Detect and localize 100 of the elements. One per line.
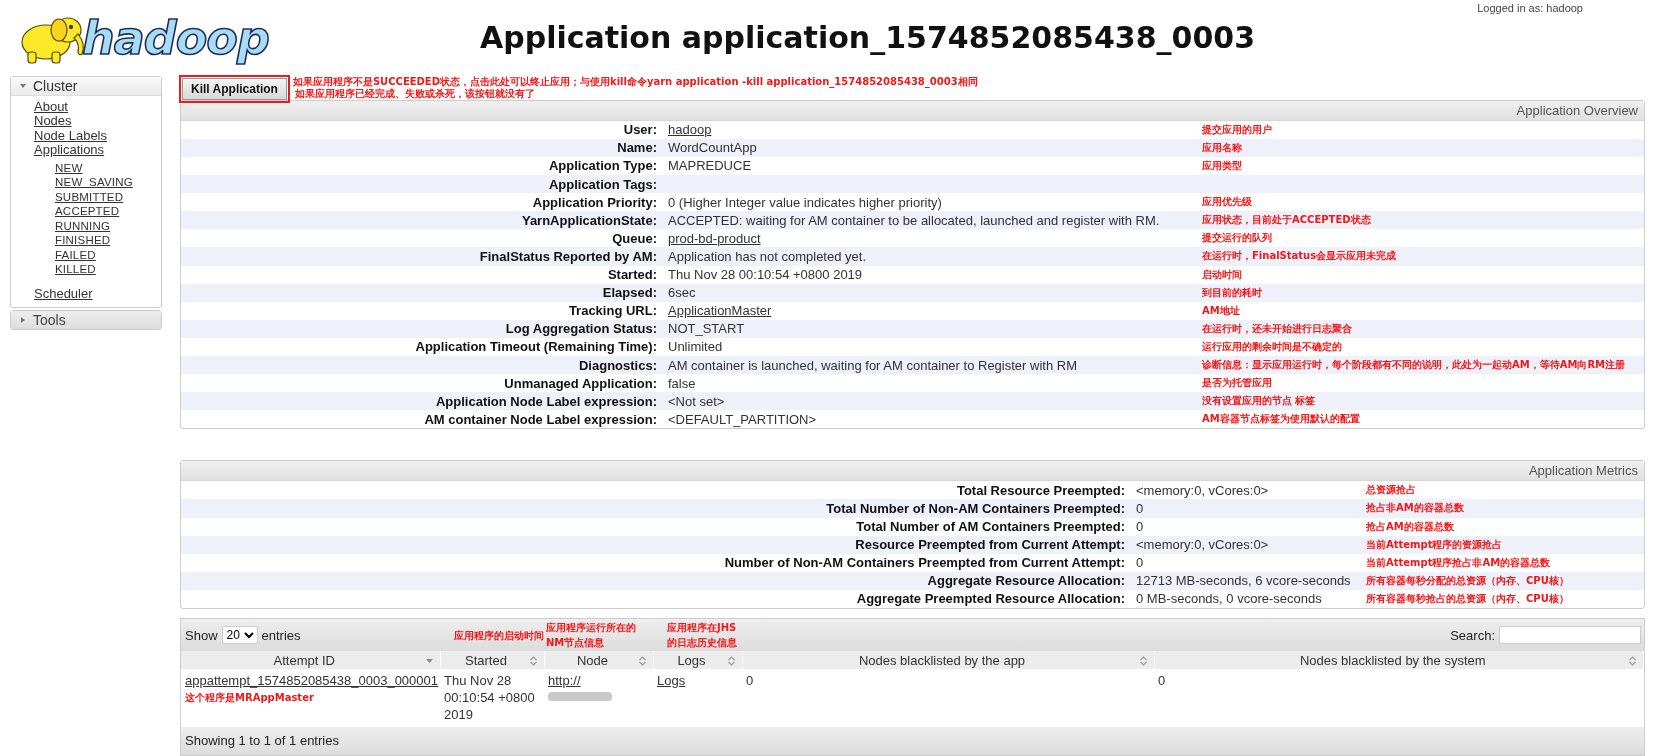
sidebar-link[interactable]: RUNNING — [55, 219, 111, 232]
field-value: Thu Nov 28 00:10:54 +0800 2019 — [668, 267, 863, 283]
column-header[interactable]: Attempt ID — [181, 651, 440, 669]
login-status: Logged in as: hadoop — [1477, 2, 1583, 14]
annotation-text: 是否为托管应用 — [1202, 377, 1272, 389]
field-value: 0 — [1136, 501, 1144, 516]
annotation-text: 诊断信息：显示应用运行时，每个阶段都有不同的说明，此处为一起动AM，等待AM向RM注册 — [1202, 359, 1626, 370]
logs-link[interactable]: Logs — [657, 673, 686, 688]
field-label: FinalStatus Reported by AM: — [478, 248, 658, 264]
field-label: AM container Node Label expression: — [423, 411, 658, 427]
annotation-text: 所有容器每秒分配的总资源（内存、CPU核） — [1366, 574, 1569, 586]
field-value: Unlimited — [668, 339, 723, 355]
annotation-text: 应用程序的启动时间 — [454, 629, 544, 641]
annotation-text: 启动时间 — [1202, 268, 1242, 280]
annotation-text: 抢占AM的容器总数 — [1366, 520, 1454, 532]
annotation-text: 到目前的耗时 — [1202, 286, 1262, 298]
field-link[interactable]: hadoop — [668, 122, 712, 138]
sidebar-link[interactable]: KILLED — [55, 263, 96, 276]
sidebar-link[interactable]: Nodes — [34, 113, 72, 129]
column-header[interactable]: Node — [544, 651, 653, 669]
sidebar-link[interactable]: FAILED — [55, 248, 96, 261]
column-header[interactable]: Started — [440, 651, 544, 669]
annotation-text: 提交应用的用户 — [1202, 123, 1272, 135]
field-label: Number of Non-AM Containers Preempted from Current Attempt: — [723, 555, 1126, 571]
annotation-text: 抢占非AM的容器总数 — [1366, 502, 1464, 514]
field-label: Started: — [606, 267, 658, 283]
annotation-text: 所有容器每秒抢占的总资源（内存、CPU核） — [1366, 592, 1569, 604]
sidebar-link[interactable]: SUBMITTED — [55, 190, 124, 203]
sidebar-link[interactable]: About — [34, 98, 68, 114]
field-value: <memory:0, vCores:0> — [1136, 482, 1269, 498]
sidebar-link[interactable]: Scheduler — [34, 285, 93, 301]
sidebar-link[interactable]: NEW — [55, 161, 83, 174]
table-cell: 0 — [1154, 669, 1644, 727]
search-label: Search: — [1450, 627, 1495, 643]
table-cell: 0 — [742, 669, 1154, 727]
field-label: Application Node Label expression: — [434, 393, 658, 409]
field-label: Resource Preempted from Current Attempt: — [854, 537, 1126, 553]
show-label: Show — [185, 627, 218, 643]
field-label: Name: — [616, 140, 658, 156]
caret-right-icon[interactable] — [19, 316, 27, 325]
table-cell: Thu Nov 28 00:10:54 +0800 2019 — [440, 669, 544, 727]
column-header[interactable]: Logs — [653, 651, 742, 669]
search-field[interactable] — [1499, 626, 1641, 644]
annotation-text: 应用名称 — [1202, 141, 1242, 153]
field-label: Application Tags: — [547, 176, 658, 192]
field-value: 0 MB-seconds, 0 vcore-seconds — [1136, 591, 1322, 607]
field-label: Queue: — [611, 230, 658, 246]
field-label: User: — [622, 122, 658, 138]
annotation-text: 如果应用程序已经完成、失败或杀死，该按钮就没有了 — [293, 87, 536, 100]
annotation-text: AM容器节点标签为使用默认的配置 — [1202, 413, 1360, 425]
annotation-text: 运行应用的剩余时间是不确定的 — [1202, 340, 1342, 352]
field-value: NOT_START — [668, 321, 745, 337]
field-label: Unmanaged Application: — [503, 375, 658, 391]
field-link[interactable]: prod-bd-product — [668, 230, 761, 246]
sidebar-link[interactable]: Applications — [34, 142, 105, 158]
sidebar-section-header[interactable]: Tools — [11, 311, 161, 330]
sidebar-link[interactable]: ACCEPTED — [55, 205, 120, 218]
entries-label: entries — [261, 627, 301, 643]
field-label: Total Number of Non-AM Containers Preempted: — [825, 501, 1126, 516]
page-size-dropdown[interactable]: 20 — [221, 626, 258, 644]
caret-down-icon[interactable] — [19, 81, 27, 90]
annotation-text: 应用类型 — [1202, 160, 1242, 171]
field-value: WordCountApp — [668, 140, 757, 156]
field-label: Diagnostics: — [578, 357, 658, 373]
annotation-text: 如果应用程序不是SUCCEEDED状态，点击此处可以终止应用；与使用kill命令yarn application -kill application_1574852085438_0003相同 — [292, 75, 978, 88]
field-label: Aggregate Preempted Resource Allocation: — [855, 591, 1126, 607]
field-value: 6sec — [668, 285, 696, 301]
annotation-text: 应用程序运行所在的NM节点信息 — [546, 622, 636, 648]
blurred-text-icon — [548, 690, 612, 704]
logo-text: hadoop — [82, 10, 269, 65]
field-value: AM container is launched, waiting for AM container to Register with RM — [668, 357, 1077, 373]
field-label: Application Priority: — [531, 194, 658, 210]
annotation-text: 当前Attempt程序抢占非AM的容器总数 — [1366, 556, 1551, 568]
annotation-text: 在运行时，FinalStatus会显示应用未完成 — [1202, 250, 1397, 262]
field-label: Tracking URL: — [567, 303, 658, 319]
field-value: ACCEPTED: waiting for AM container to be allocated, launched and register with RM. — [668, 212, 1160, 228]
field-value: Application has not completed yet. — [668, 248, 866, 264]
field-label: Total Resource Preempted: — [955, 482, 1126, 498]
annotation-text: 没有设置应用的节点 标签 — [1202, 395, 1316, 407]
field-value: false — [668, 375, 696, 391]
kill-application-button[interactable]: Kill Application — [182, 77, 287, 100]
field-link[interactable]: ApplicationMaster — [668, 303, 772, 319]
sidebar-link[interactable]: NEW_SAVING — [55, 176, 133, 189]
column-header[interactable]: Nodes blacklisted by the system — [1154, 651, 1644, 669]
sidebar-link[interactable]: FINISHED — [55, 234, 111, 247]
field-label: Application Timeout (Remaining Time): — [414, 339, 658, 355]
field-label: Total Number of AM Containers Preempted: — [855, 519, 1126, 535]
section-header: Application Metrics — [181, 461, 1644, 482]
sidebar-section-header[interactable]: Cluster — [11, 76, 161, 96]
node-link[interactable]: http:// — [548, 673, 581, 688]
attempt-link[interactable]: appattempt_1574852085438_0003_000001 — [185, 673, 439, 688]
field-value: MAPREDUCE — [668, 158, 752, 174]
field-value: 0 — [1136, 555, 1144, 571]
annotation-text: 在运行时，还未开始进行日志聚合 — [1202, 322, 1352, 334]
field-value: <memory:0, vCores:0> — [1136, 537, 1269, 553]
annotation-text: 当前Attempt程序的资源抢占 — [1366, 538, 1503, 550]
sidebar-link[interactable]: Node Labels — [34, 127, 107, 143]
column-header[interactable]: Nodes blacklisted by the app — [742, 651, 1154, 669]
annotation-text: 应用状态，目前处于ACCEPTED状态 — [1202, 214, 1371, 226]
field-value: 0 — [1136, 519, 1144, 535]
